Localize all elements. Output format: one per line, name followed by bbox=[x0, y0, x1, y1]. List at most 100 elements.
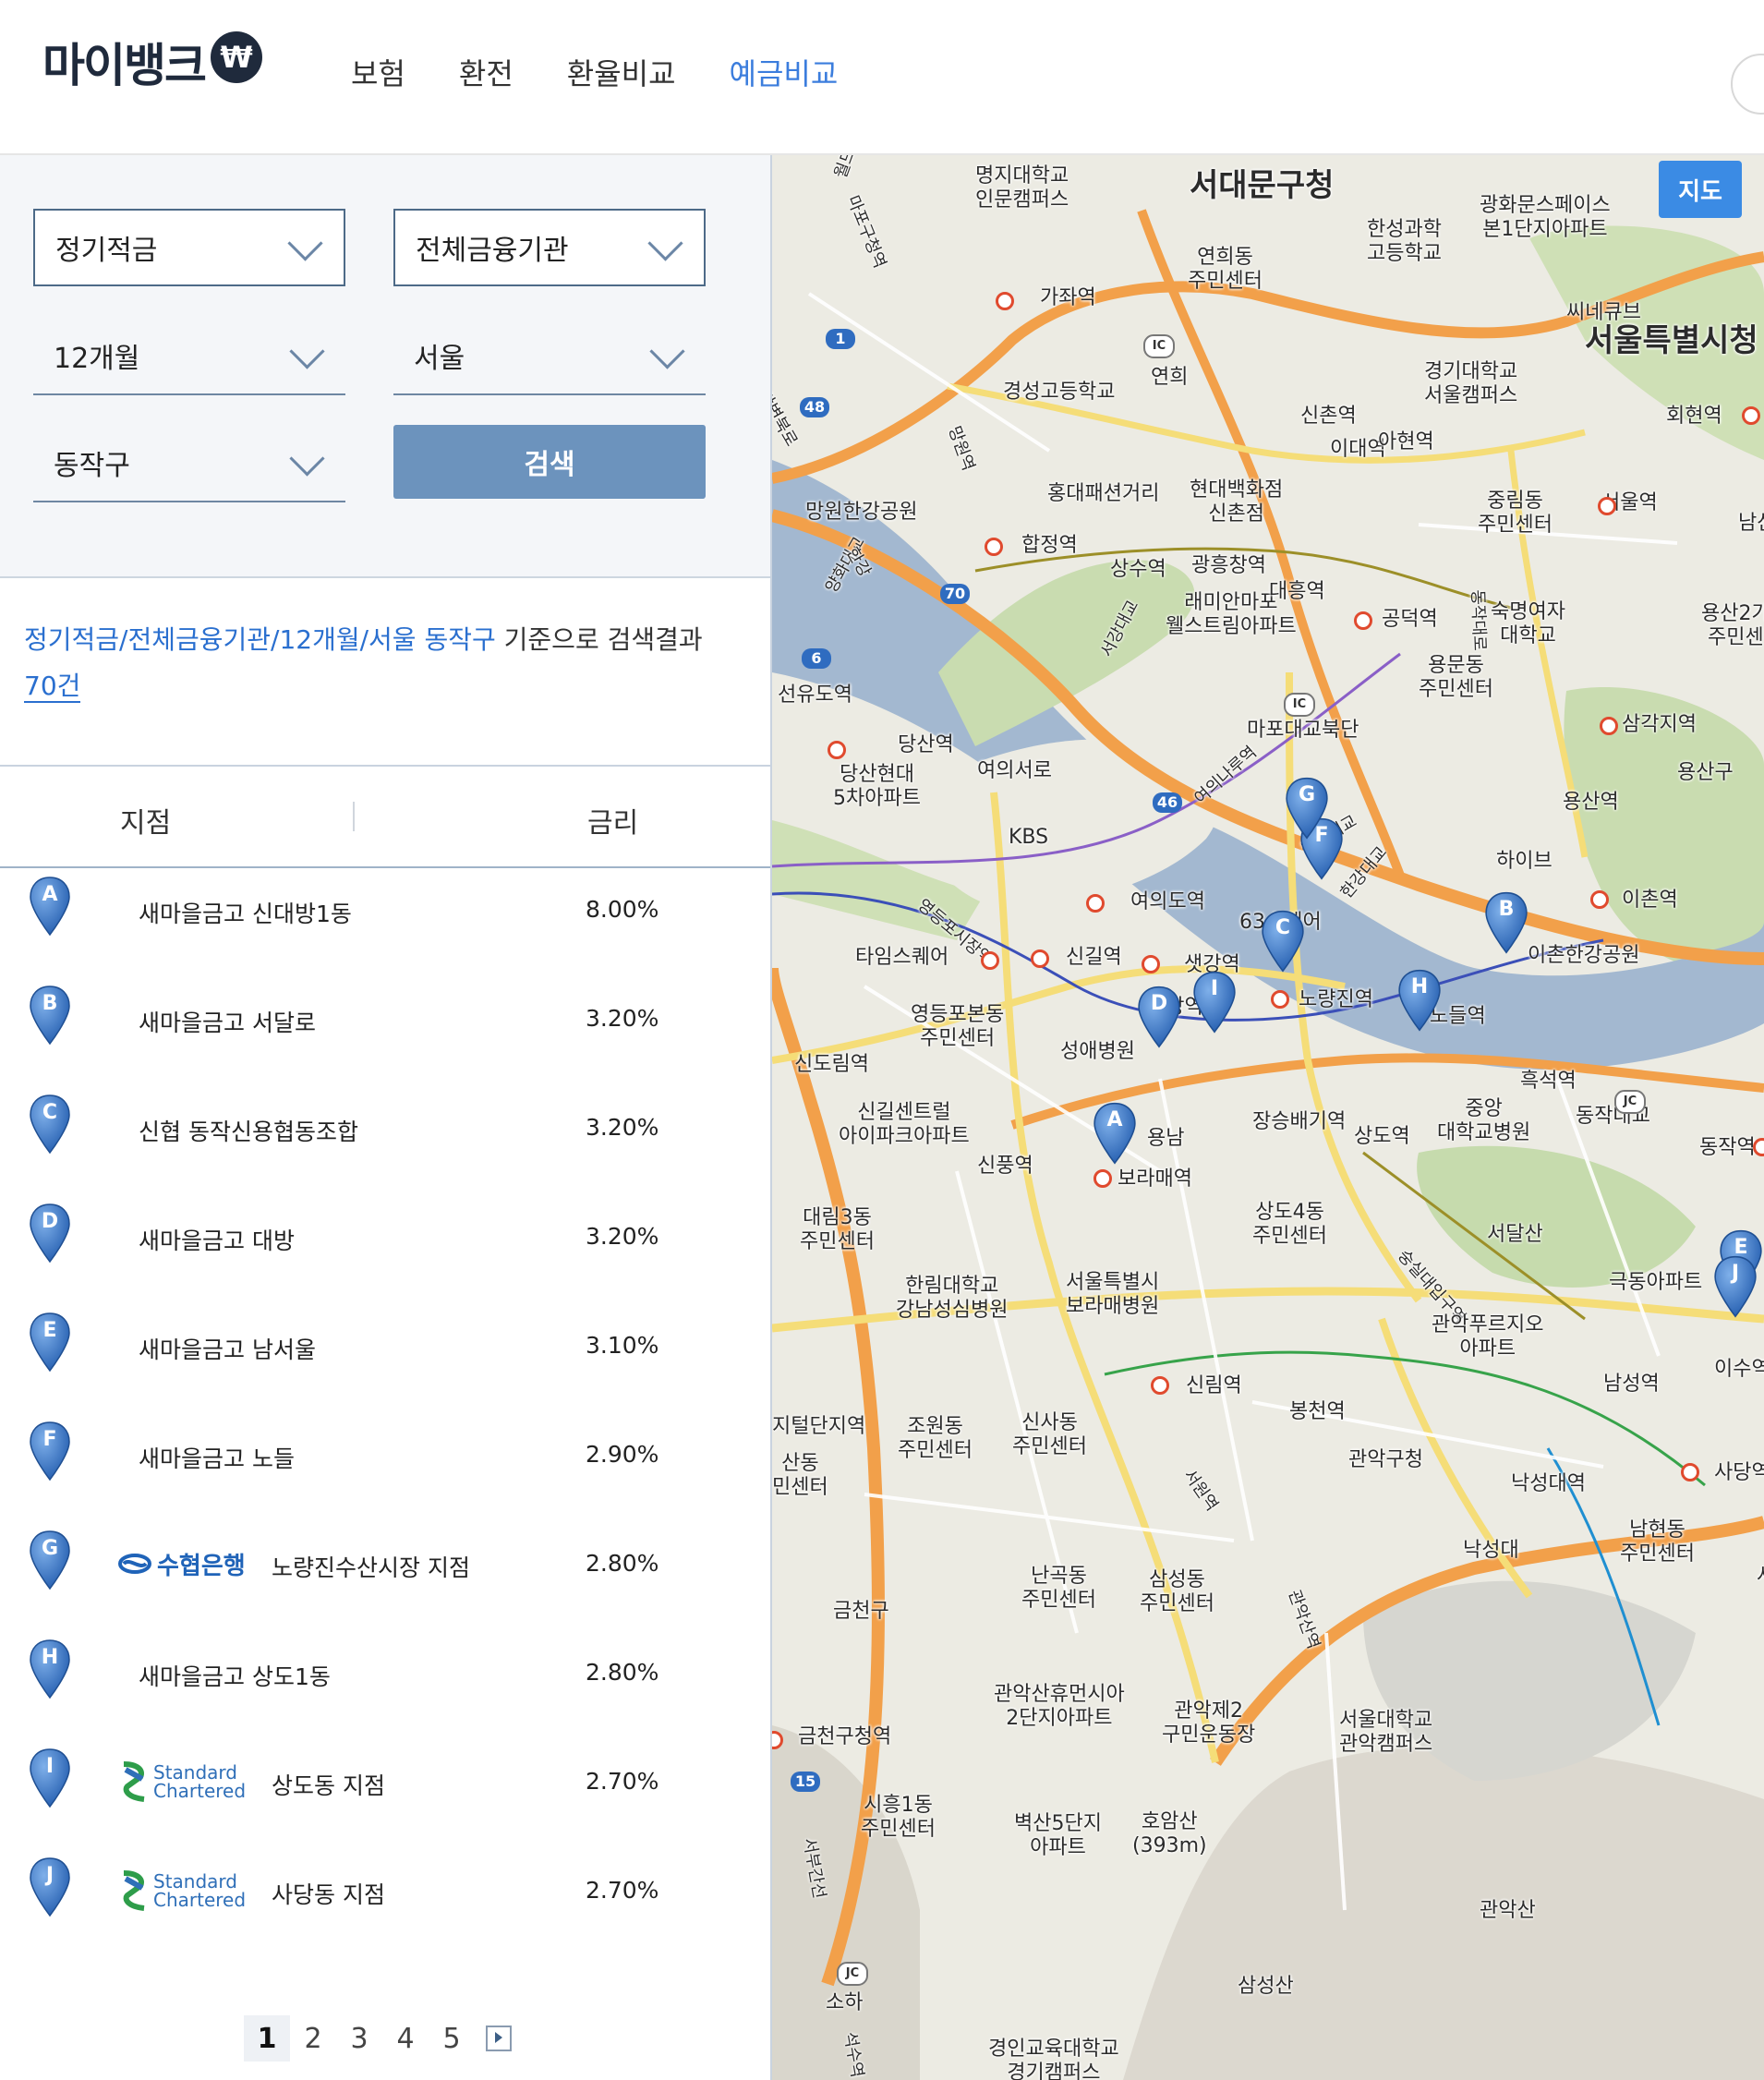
road-number-badge: 70 bbox=[940, 584, 970, 604]
map-label: 상수역 bbox=[1110, 558, 1166, 581]
interest-rate: 2.90% bbox=[586, 1441, 659, 1468]
list-item[interactable]: B 새마을금고 서달로 3.20% bbox=[0, 977, 770, 1086]
branch-name: 상도동 지점 bbox=[272, 1772, 385, 1799]
institution-select[interactable]: 전체금융기관 bbox=[393, 209, 706, 286]
subway-station-icon bbox=[1590, 890, 1609, 909]
map-label: 관악산 bbox=[1480, 1899, 1536, 1922]
list-item[interactable]: E 새마을금고 남서울 3.10% bbox=[0, 1304, 770, 1413]
map-label: 산동 민센터 bbox=[772, 1452, 828, 1499]
list-item[interactable]: C 신협 동작신용협동조합 3.20% bbox=[0, 1086, 770, 1195]
marker-letter: E bbox=[42, 1319, 57, 1342]
map-label: 마포대교북단 bbox=[1247, 719, 1359, 742]
map-label: 아현역 bbox=[1378, 430, 1434, 453]
marker-letter: B bbox=[42, 992, 58, 1015]
page-link[interactable]: 5 bbox=[429, 2015, 475, 2062]
map-marker[interactable]: D bbox=[1136, 985, 1182, 1049]
bank-logo: 수협은행 bbox=[118, 1541, 246, 1587]
search-button[interactable]: 검색 bbox=[393, 425, 706, 499]
map-label: 이촌역 bbox=[1622, 889, 1678, 912]
map-marker[interactable]: J bbox=[1712, 1254, 1758, 1319]
interchange-badge: IC bbox=[1143, 334, 1175, 358]
map-marker[interactable]: A bbox=[1092, 1101, 1138, 1166]
map-label: 경기대학교 서울캠퍼스 bbox=[1424, 360, 1518, 407]
page-link[interactable]: 3 bbox=[336, 2015, 382, 2062]
period-select[interactable]: 12개월 bbox=[33, 318, 345, 395]
nav-item[interactable]: 환전 bbox=[459, 52, 513, 96]
map-label: 경인교육대학교 경기캠퍼스 bbox=[988, 2038, 1119, 2080]
map-marker-icon: A bbox=[28, 876, 72, 937]
marker-letter: H bbox=[1410, 975, 1429, 998]
chevron-down-icon bbox=[287, 225, 323, 261]
map-marker[interactable]: G bbox=[1284, 776, 1330, 840]
user-menu-button[interactable] bbox=[1731, 54, 1764, 115]
map-label: 현대백화점 신촌점 bbox=[1190, 478, 1284, 526]
next-page-icon[interactable] bbox=[486, 2026, 512, 2051]
nav-item[interactable]: 보험 bbox=[351, 52, 405, 96]
product-select[interactable]: 정기적금 bbox=[33, 209, 345, 286]
page-link[interactable]: 1 bbox=[244, 2015, 290, 2062]
subway-station-icon bbox=[1600, 717, 1618, 735]
page-link[interactable]: 4 bbox=[382, 2015, 429, 2062]
road-number-badge: 15 bbox=[791, 1772, 820, 1792]
interchange-badge: JC bbox=[837, 1962, 868, 1986]
city-select[interactable]: 서울 bbox=[393, 318, 706, 395]
list-item[interactable]: I Standard Chartered 상도동 지점 2.70% bbox=[0, 1740, 770, 1849]
district-select-value: 동작구 bbox=[54, 450, 130, 482]
district-select[interactable]: 동작구 bbox=[33, 425, 345, 502]
map-label: 가좌역 bbox=[1040, 286, 1096, 309]
map-label: 연희동 주민센터 bbox=[1188, 246, 1263, 293]
map-label: 남현동 주민센터 bbox=[1620, 1518, 1695, 1566]
bank-logo: Standard Chartered bbox=[118, 1868, 246, 1914]
result-list: A 새마을금고 신대방1동 8.00% B 새마을금고 서달로 3.20% C 신협 동작신용… bbox=[0, 868, 770, 1958]
map-marker-icon: E bbox=[28, 1312, 72, 1373]
nav-item[interactable]: 환율비교 bbox=[567, 52, 676, 96]
page-link[interactable]: 2 bbox=[290, 2015, 336, 2062]
interest-rate: 2.70% bbox=[586, 1877, 659, 1904]
marker-letter: I bbox=[45, 1755, 54, 1778]
map-marker[interactable]: H bbox=[1396, 968, 1443, 1033]
map-label: 남성역 bbox=[1603, 1373, 1660, 1396]
list-item[interactable]: F 새마을금고 노들 2.90% bbox=[0, 1413, 770, 1522]
map-label: 광화문스페이스 본1단지아파트 bbox=[1480, 194, 1611, 241]
list-item[interactable]: D 새마을금고 대방 3.20% bbox=[0, 1195, 770, 1304]
map-marker[interactable]: B bbox=[1483, 890, 1529, 955]
summary-suffix: 기준으로 검색결과 bbox=[495, 624, 703, 655]
list-item[interactable]: J Standard Chartered 사당동 지점 2.70% bbox=[0, 1849, 770, 1958]
map-label: 삼성산 bbox=[1238, 1975, 1294, 1998]
interest-rate: 3.20% bbox=[586, 1005, 659, 1032]
subway-station-icon bbox=[981, 951, 999, 970]
map-marker-icon: D bbox=[28, 1203, 72, 1264]
list-item[interactable]: G 수협은행 노량진수산시장 지점 2.80% bbox=[0, 1522, 770, 1631]
branch-name: 새마을금고 남서울 bbox=[139, 1336, 316, 1363]
map-label: 여의서로 bbox=[977, 759, 1052, 782]
list-item[interactable]: A 새마을금고 신대방1동 8.00% bbox=[0, 868, 770, 977]
marker-letter: C bbox=[1275, 916, 1291, 939]
map-label: 신길역 bbox=[1066, 946, 1122, 969]
map-label: 명지대학교 인문캠퍼스 bbox=[975, 164, 1069, 212]
map-label: 신길센트럴 아이파크아파트 bbox=[839, 1101, 970, 1148]
map-view[interactable]: 지도 명지대학교 인문캠퍼스 서대문구청 연희동 주민센터 한성과학 고등학교 광화문스… bbox=[772, 155, 1764, 2080]
logo[interactable]: 마이뱅크 ₩ bbox=[42, 31, 262, 98]
road-number-badge: 1 bbox=[826, 329, 855, 349]
list-item[interactable]: H 새마을금고 상도1동 2.80% bbox=[0, 1631, 770, 1740]
map-marker[interactable]: I bbox=[1191, 970, 1238, 1034]
column-header-branch: 지점 bbox=[120, 807, 172, 840]
map-label: 용산2가 주민센 bbox=[1701, 602, 1764, 649]
map-label: 선유도역 bbox=[778, 683, 852, 707]
map-label: 신사동 주민센터 bbox=[1012, 1411, 1087, 1458]
map-type-button[interactable]: 지도 bbox=[1659, 161, 1742, 218]
map-label: 여의도역 bbox=[1130, 890, 1205, 913]
map-marker[interactable]: C bbox=[1260, 909, 1306, 973]
branch-name: 노량진수산시장 지점 bbox=[272, 1554, 470, 1581]
map-label: 관악푸르지오 아파트 bbox=[1432, 1313, 1544, 1360]
map-label: 벽산5단지 아파트 bbox=[1014, 1812, 1102, 1859]
map-label: 관악구청 bbox=[1348, 1448, 1423, 1471]
chevron-down-icon bbox=[289, 441, 325, 477]
branch-name: 사당동 지점 bbox=[272, 1881, 385, 1908]
map-marker-icon: J bbox=[28, 1856, 72, 1917]
map-label: 금천구 bbox=[833, 1600, 889, 1623]
nav-item[interactable]: 예금비교 bbox=[730, 52, 839, 96]
subway-station-icon bbox=[1031, 949, 1049, 968]
map-label: 지털단지역 bbox=[772, 1415, 866, 1438]
subway-station-icon bbox=[1681, 1463, 1699, 1481]
